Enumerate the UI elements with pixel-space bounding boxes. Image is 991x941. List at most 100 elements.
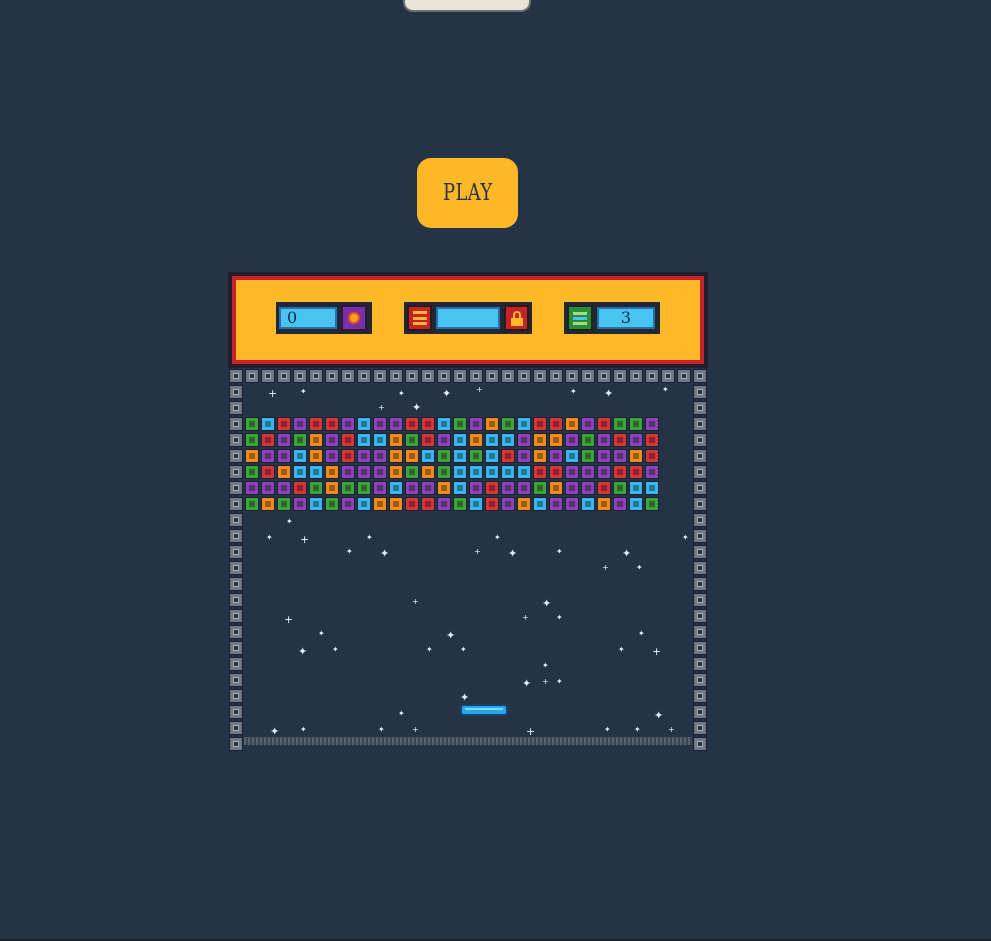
brick bbox=[261, 433, 275, 447]
brick bbox=[357, 465, 371, 479]
brick bbox=[277, 433, 291, 447]
play-button[interactable]: PLAY bbox=[417, 158, 518, 228]
brick bbox=[549, 449, 563, 463]
paddle[interactable] bbox=[460, 704, 508, 716]
brick bbox=[277, 465, 291, 479]
brick bbox=[293, 465, 307, 479]
star: ✦ bbox=[682, 533, 689, 542]
brick bbox=[565, 481, 579, 495]
brick bbox=[533, 417, 547, 431]
star: ✦ bbox=[638, 629, 645, 638]
speed-panel bbox=[404, 302, 532, 334]
brick bbox=[389, 433, 403, 447]
brick bbox=[405, 433, 419, 447]
brick bbox=[533, 433, 547, 447]
s-badge-icon bbox=[407, 305, 433, 331]
wall-tile bbox=[325, 369, 339, 383]
wall-tile bbox=[341, 369, 355, 383]
wall-tile bbox=[693, 609, 707, 623]
brick bbox=[613, 465, 627, 479]
brick bbox=[245, 465, 259, 479]
play-field: + ✦ ✦ ✦ + ✦ ✦ ✦ + ✦ ✦ ✦ + ✦ ✦ ✦ + ✦ ✦ ✦ + ✦ ✦ ✦ + ✦ ✦ ✦ + ✦ ✦ ✦ + ✦ ✦ ✦ + ✦ ✦ ✦… bbox=[244, 384, 692, 752]
brick bbox=[613, 417, 627, 431]
brick bbox=[341, 481, 355, 495]
wall-tile bbox=[677, 369, 691, 383]
wall-tile bbox=[629, 369, 643, 383]
brick bbox=[501, 497, 515, 511]
game-arena[interactable]: + ✦ ✦ ✦ + ✦ ✦ ✦ + ✦ ✦ ✦ + ✦ ✦ ✦ + ✦ ✦ ✦ + ✦ ✦ ✦ + ✦ ✦ ✦ + ✦ ✦ ✦ + ✦ ✦ ✦ + ✦ ✦ ✦… bbox=[228, 368, 708, 752]
brick bbox=[325, 465, 339, 479]
wall-tile bbox=[693, 593, 707, 607]
brick bbox=[421, 481, 435, 495]
star: + bbox=[378, 403, 385, 412]
wall-tile bbox=[661, 369, 675, 383]
star: + bbox=[476, 385, 483, 394]
wall-tile bbox=[565, 369, 579, 383]
brick bbox=[565, 433, 579, 447]
wall-tile bbox=[405, 369, 419, 383]
star: ✦ bbox=[618, 645, 625, 654]
layers-icon bbox=[567, 305, 593, 331]
brick bbox=[341, 433, 355, 447]
brick bbox=[517, 417, 531, 431]
wall-tile bbox=[229, 545, 243, 559]
wall-tile bbox=[229, 369, 243, 383]
brick bbox=[437, 465, 451, 479]
wall-tile bbox=[229, 737, 243, 751]
star: + bbox=[300, 533, 310, 546]
brick bbox=[549, 465, 563, 479]
brick bbox=[581, 449, 595, 463]
brick bbox=[629, 449, 643, 463]
brick bbox=[421, 497, 435, 511]
star: ✦ bbox=[412, 401, 422, 414]
brick bbox=[517, 481, 531, 495]
wall-tile bbox=[277, 369, 291, 383]
star: + bbox=[284, 613, 294, 626]
wall-tile bbox=[533, 369, 547, 383]
wall-tile bbox=[309, 369, 323, 383]
wall-tile bbox=[693, 657, 707, 671]
wall-tile bbox=[693, 465, 707, 479]
brick bbox=[453, 465, 467, 479]
wall-tile bbox=[693, 705, 707, 719]
brick bbox=[357, 481, 371, 495]
brick bbox=[613, 449, 627, 463]
star: + bbox=[522, 613, 529, 622]
wall-tile bbox=[469, 369, 483, 383]
brick bbox=[389, 497, 403, 511]
star: ✦ bbox=[622, 547, 632, 560]
star: ✦ bbox=[556, 547, 563, 556]
brick bbox=[373, 481, 387, 495]
star: + bbox=[474, 547, 481, 556]
brick bbox=[453, 481, 467, 495]
brick bbox=[597, 417, 611, 431]
brick bbox=[597, 465, 611, 479]
brick bbox=[325, 497, 339, 511]
wall-tile bbox=[373, 369, 387, 383]
brick bbox=[373, 465, 387, 479]
star: ✦ bbox=[366, 533, 373, 542]
brick bbox=[469, 433, 483, 447]
brick bbox=[485, 417, 499, 431]
star: ✦ bbox=[604, 725, 611, 734]
star: ✦ bbox=[508, 547, 518, 560]
star: + bbox=[602, 563, 609, 572]
star: ✦ bbox=[636, 563, 643, 572]
brick bbox=[405, 417, 419, 431]
arena-floor bbox=[244, 737, 692, 745]
brick bbox=[581, 433, 595, 447]
wall-tile bbox=[229, 593, 243, 607]
wall-tile bbox=[597, 369, 611, 383]
hud-bar: 0 3 bbox=[228, 272, 708, 368]
wall-tile bbox=[229, 609, 243, 623]
brick bbox=[517, 449, 531, 463]
wall-tile bbox=[693, 369, 707, 383]
brick bbox=[485, 433, 499, 447]
wall-tile bbox=[389, 369, 403, 383]
top-drawer-tab[interactable] bbox=[403, 0, 531, 12]
wall-tile bbox=[229, 529, 243, 543]
brick bbox=[245, 417, 259, 431]
star: ✦ bbox=[300, 725, 307, 734]
brick bbox=[277, 481, 291, 495]
brick bbox=[309, 465, 323, 479]
